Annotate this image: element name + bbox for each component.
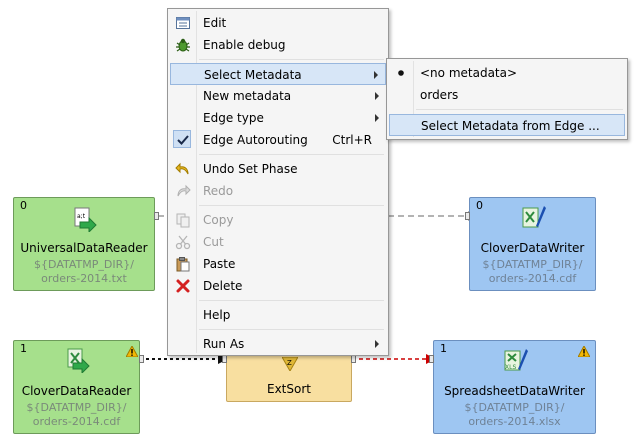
input-port[interactable]: [222, 355, 227, 363]
menu-item-cut[interactable]: Cut: [170, 231, 386, 253]
menu-separator: [199, 59, 384, 60]
output-port[interactable]: [139, 355, 144, 363]
menu-item-label: Redo: [203, 184, 234, 198]
menu-item-label: Undo Set Phase: [203, 162, 298, 176]
warning-icon[interactable]: [578, 346, 590, 357]
menu-separator: [199, 154, 384, 155]
context-menu: Edit Enable debug Select Metadata New me…: [167, 8, 389, 356]
menu-item-paste[interactable]: Paste: [170, 253, 386, 275]
menu-item-redo[interactable]: Redo: [170, 180, 386, 202]
submenu-arrow-icon: [375, 92, 379, 100]
node-name: CloverDataReader: [21, 384, 132, 398]
node-name: SpreadsheetDataWriter: [444, 384, 585, 398]
submenu-item-orders[interactable]: orders: [389, 84, 625, 106]
submenu-item-label: orders: [420, 88, 459, 102]
node-phase: 1: [440, 342, 447, 355]
node-universal-data-reader[interactable]: 0 a;t UniversalDataReader ${DATATMP_DIR}…: [13, 197, 155, 291]
redo-icon: [177, 184, 191, 197]
cut-icon: [175, 235, 191, 250]
input-port[interactable]: [465, 212, 470, 220]
writer-icon: [522, 206, 546, 228]
sort-icon: Z: [282, 357, 298, 371]
menu-item-enable-debug[interactable]: Enable debug: [170, 34, 386, 56]
menu-item-label: New metadata: [203, 89, 292, 103]
node-name: UniversalDataReader: [20, 241, 148, 255]
menu-item-label: Cut: [203, 235, 224, 249]
output-port[interactable]: [351, 355, 356, 363]
node-path-file: orders-2014.xlsx: [468, 415, 561, 428]
menu-item-label: Enable debug: [203, 38, 286, 52]
edit-icon: [176, 17, 190, 29]
menu-item-label: Paste: [203, 257, 236, 271]
svg-text:Z: Z: [287, 359, 292, 367]
node-path-dir: ${DATATMP_DIR}/: [464, 401, 565, 414]
submenu-arrow-icon: [374, 71, 378, 79]
svg-text:a;t: a;t: [77, 213, 86, 220]
warning-icon[interactable]: [126, 346, 138, 357]
menu-item-edge-type[interactable]: Edge type: [170, 107, 386, 129]
node-clover-data-reader[interactable]: 1 CloverDataReader ${DATATMP_DIR}/ order…: [13, 340, 140, 434]
menu-item-label: Help: [203, 308, 231, 322]
submenu-arrow-icon: [375, 340, 379, 348]
node-path-dir: ${DATATMP_DIR}/: [34, 258, 134, 271]
svg-text:XLS: XLS: [505, 364, 516, 371]
node-name: CloverDataWriter: [480, 241, 585, 255]
copy-icon: [176, 213, 190, 228]
menu-item-label: Select Metadata: [204, 68, 302, 82]
menu-item-shortcut: Ctrl+R: [332, 133, 372, 147]
menu-item-label: Copy: [203, 213, 234, 227]
menu-item-undo-set-phase[interactable]: Undo Set Phase: [170, 158, 386, 180]
menu-item-label: Edge type: [203, 111, 264, 125]
node-clover-data-writer[interactable]: 0 CloverDataWriter ${DATATMP_DIR}/ order…: [469, 197, 596, 291]
menu-separator: [416, 109, 623, 110]
select-metadata-submenu: <no metadata> orders Select Metadata fro…: [386, 58, 628, 140]
submenu-arrow-icon: [375, 114, 379, 122]
output-port[interactable]: [154, 212, 159, 220]
submenu-item-label: <no metadata>: [420, 66, 518, 80]
menu-item-copy[interactable]: Copy: [170, 209, 386, 231]
node-path-file: orders-2014.txt: [41, 272, 127, 285]
node-spreadsheet-data-writer[interactable]: 1 XLS SpreadsheetDataWriter ${DATATMP_DI…: [433, 340, 596, 434]
reader-icon: [67, 348, 90, 373]
undo-icon: [175, 162, 189, 175]
menu-item-edge-autorouting[interactable]: Edge Autorouting Ctrl+R: [170, 129, 386, 151]
reader-icon: a;t: [74, 207, 97, 232]
menu-item-new-metadata[interactable]: New metadata: [170, 85, 386, 107]
node-path-file: orders-2014.cdf: [32, 415, 121, 428]
menu-separator: [199, 329, 384, 330]
menu-item-edit[interactable]: Edit: [170, 12, 386, 34]
menu-item-label: Edit: [203, 16, 227, 30]
radio-dot-icon: [398, 70, 404, 76]
delete-icon: [176, 279, 190, 293]
menu-separator: [199, 205, 384, 206]
node-phase: 0: [20, 199, 27, 212]
submenu-item-select-metadata-from-edge[interactable]: Select Metadata from Edge ...: [389, 114, 625, 136]
paste-icon: [176, 257, 190, 272]
input-port[interactable]: [429, 355, 434, 363]
node-path-dir: ${DATATMP_DIR}/: [482, 258, 583, 271]
node-phase: 0: [476, 199, 483, 212]
menu-item-delete[interactable]: Delete: [170, 275, 386, 297]
menu-item-label: Delete: [203, 279, 243, 293]
menu-item-run-as[interactable]: Run As: [170, 333, 386, 355]
menu-item-select-metadata[interactable]: Select Metadata: [170, 63, 386, 85]
menu-item-help[interactable]: Help: [170, 304, 386, 326]
spreadsheet-writer-icon: XLS: [504, 349, 528, 371]
node-path-file: orders-2014.cdf: [488, 272, 577, 285]
node-path-dir: ${DATATMP_DIR}/: [26, 401, 127, 414]
menu-item-label: Edge Autorouting: [203, 133, 308, 147]
node-phase: 1: [20, 342, 27, 355]
submenu-item-no-metadata[interactable]: <no metadata>: [389, 62, 625, 84]
submenu-item-label: Select Metadata from Edge ...: [421, 119, 600, 133]
menu-separator: [199, 300, 384, 301]
checkmark-icon: [177, 135, 189, 145]
menu-item-label: Run As: [203, 337, 245, 351]
bug-icon: [176, 38, 190, 52]
node-name: ExtSort: [267, 382, 311, 396]
